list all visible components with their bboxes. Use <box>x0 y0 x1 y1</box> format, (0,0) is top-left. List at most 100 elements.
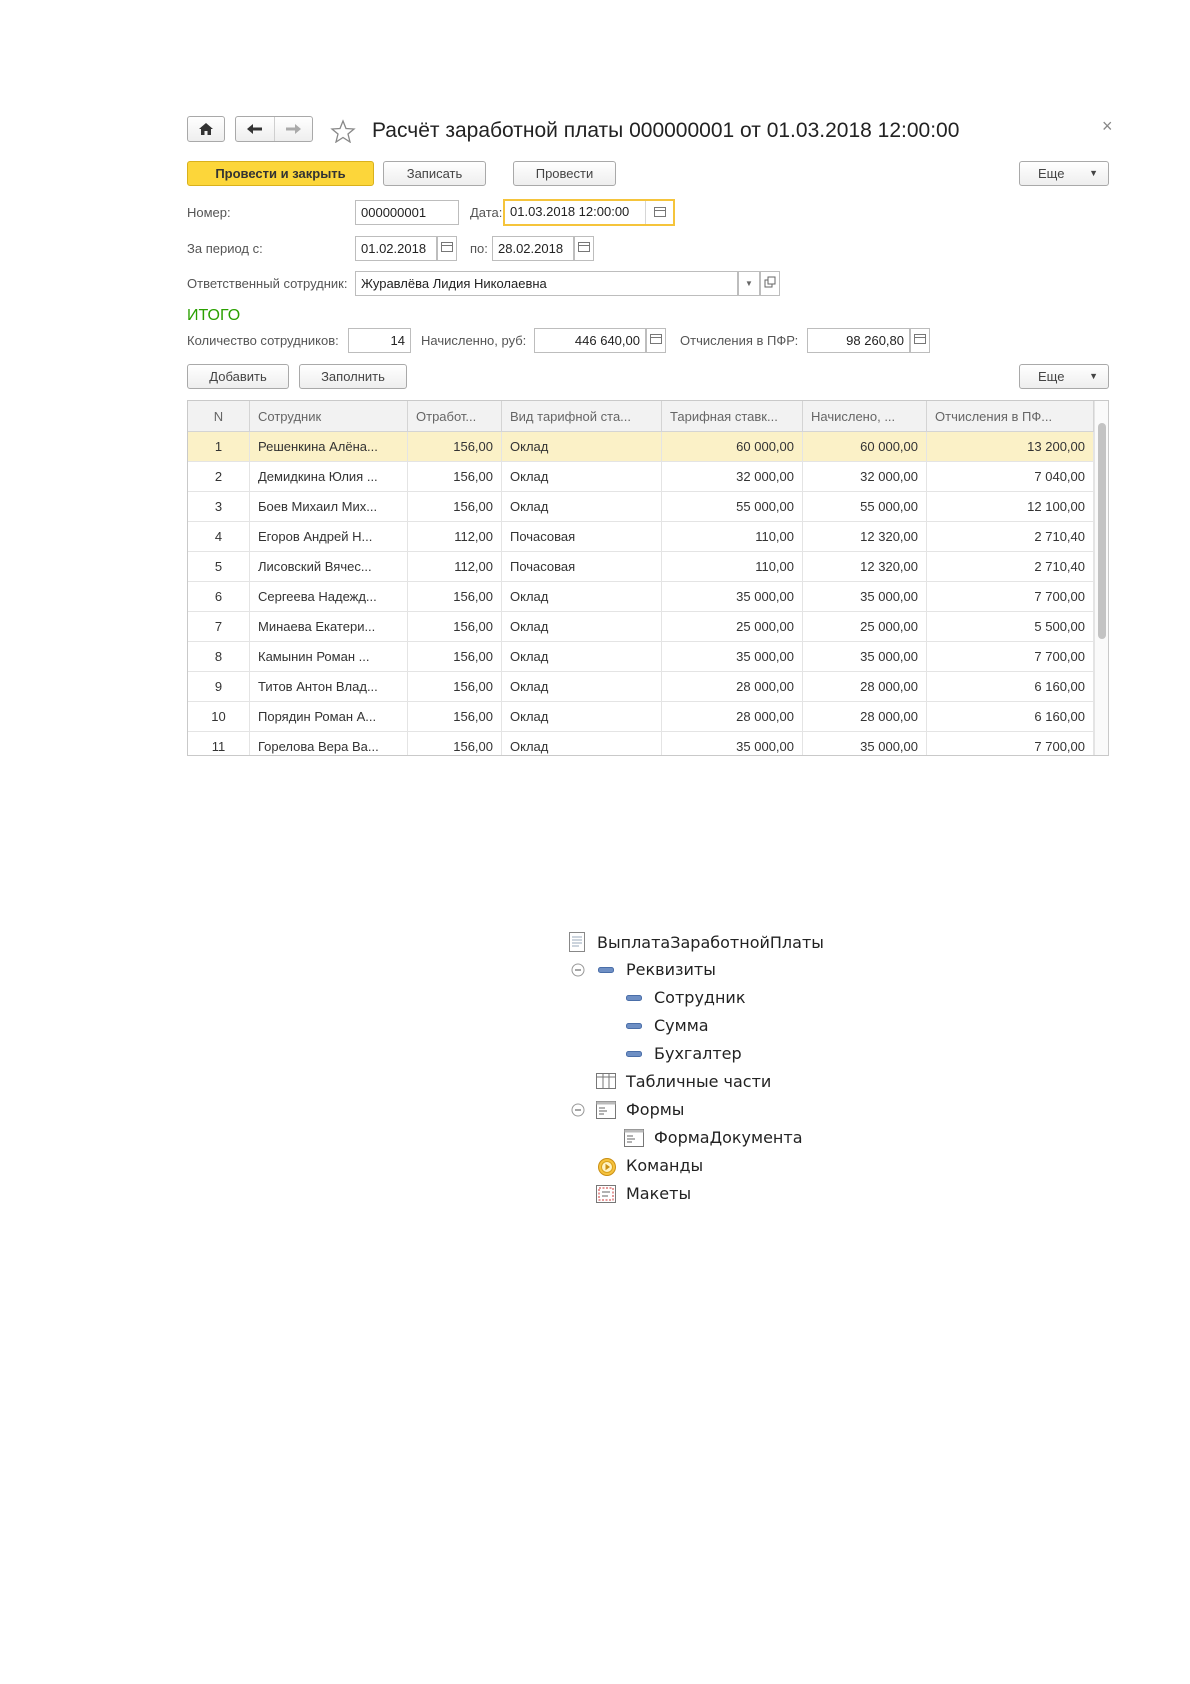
chevron-down-icon: ▼ <box>1089 371 1098 381</box>
table-cell: 13 200,00 <box>927 432 1094 461</box>
tree-form-item[interactable]: ФормаДокумента <box>654 1128 803 1148</box>
table-cell: 156,00 <box>408 702 502 731</box>
table-cell: Егоров Андрей Н... <box>250 522 408 551</box>
column-header[interactable]: Отчисления в ПФ... <box>927 401 1094 431</box>
column-header[interactable]: Тарифная ставк... <box>662 401 803 431</box>
table-row[interactable]: 10 Порядин Роман А... 156,00 Оклад 28 000,00… <box>188 702 1094 732</box>
period-from-calendar-button[interactable] <box>437 236 457 261</box>
add-row-button[interactable]: Добавить <box>187 364 289 389</box>
table-cell: Камынин Роман ... <box>250 642 408 671</box>
page-title: Расчёт заработной платы 000000001 от 01.… <box>372 119 960 142</box>
collapse-icon[interactable] <box>571 1103 585 1117</box>
tree-attributes[interactable]: Реквизиты <box>626 960 716 980</box>
back-button[interactable] <box>236 117 275 141</box>
calculator-icon <box>914 334 926 344</box>
table-row[interactable]: 8 Камынин Роман ... 156,00 Оклад 35 000,00 35… <box>188 642 1094 672</box>
accrued-calculator-button[interactable] <box>646 328 666 353</box>
table-cell: 7 <box>188 612 250 641</box>
more-menu-button[interactable]: Еще ▼ <box>1019 161 1109 186</box>
calendar-icon <box>653 207 666 217</box>
responsible-field[interactable]: Журавлёва Лидия Николаевна <box>355 271 738 296</box>
form-icon <box>596 1101 616 1119</box>
table-cell: 7 040,00 <box>927 462 1094 491</box>
post-and-close-button[interactable]: Провести и закрыть <box>187 161 374 186</box>
column-header[interactable]: Сотрудник <box>250 401 408 431</box>
tree-forms[interactable]: Формы <box>626 1100 684 1120</box>
table-row[interactable]: 1 Решенкина Алёна... 156,00 Оклад 60 000,00 6… <box>188 432 1094 462</box>
column-header[interactable]: Отработ... <box>408 401 502 431</box>
table-header-row[interactable]: N Сотрудник Отработ... Вид тарифной ста... Т… <box>188 401 1094 432</box>
save-button[interactable]: Записать <box>383 161 486 186</box>
table-cell: Оклад <box>502 702 662 731</box>
tree-root[interactable]: ВыплатаЗаработнойПлаты <box>597 933 824 953</box>
accrued-field[interactable]: 446 640,00 <box>534 328 646 353</box>
tree-attr-item[interactable]: Бухгалтер <box>654 1044 742 1064</box>
close-icon[interactable]: × <box>1102 116 1113 136</box>
table-cell: 110,00 <box>662 522 803 551</box>
table-row[interactable]: 6 Сергеева Надежд... 156,00 Оклад 35 000,00 3… <box>188 582 1094 612</box>
table-row[interactable]: 2 Демидкина Юлия ... 156,00 Оклад 32 000,00 3… <box>188 462 1094 492</box>
table-scrollbar-thumb[interactable] <box>1098 423 1106 639</box>
column-header[interactable]: Вид тарифной ста... <box>502 401 662 431</box>
number-field[interactable]: 000000001 <box>355 200 459 225</box>
responsible-open-button[interactable] <box>760 271 780 296</box>
attribute-icon <box>626 1051 642 1057</box>
tree-attr-item[interactable]: Сумма <box>654 1016 709 1036</box>
table-row[interactable]: 3 Боев Михаил Мих... 156,00 Оклад 55 000,00 5… <box>188 492 1094 522</box>
table-cell: 6 160,00 <box>927 672 1094 701</box>
table-scrollbar[interactable] <box>1094 401 1108 755</box>
table-cell: 2 710,40 <box>927 552 1094 581</box>
table-cell: 2 <box>188 462 250 491</box>
attribute-icon <box>626 995 642 1001</box>
table-cell: Оклад <box>502 582 662 611</box>
favorite-star-icon[interactable] <box>330 119 356 143</box>
column-header[interactable]: N <box>188 401 250 431</box>
table-cell: 60 000,00 <box>662 432 803 461</box>
table-cell: 35 000,00 <box>803 732 927 755</box>
table-cell: 35 000,00 <box>662 732 803 755</box>
responsible-label: Ответственный сотрудник: <box>187 276 348 291</box>
period-to-field[interactable]: 28.02.2018 <box>492 236 574 261</box>
table-cell: 10 <box>188 702 250 731</box>
table-cell: 60 000,00 <box>803 432 927 461</box>
attribute-icon <box>598 967 614 973</box>
table-cell: Демидкина Юлия ... <box>250 462 408 491</box>
template-icon <box>596 1185 616 1203</box>
table-more-button[interactable]: Еще ▼ <box>1019 364 1109 389</box>
date-label: Дата: <box>470 205 503 220</box>
column-header[interactable]: Начислено, ... <box>803 401 927 431</box>
table-cell: Оклад <box>502 432 662 461</box>
home-button[interactable] <box>187 116 225 142</box>
pfr-field[interactable]: 98 260,80 <box>807 328 910 353</box>
table-cell: 7 700,00 <box>927 732 1094 755</box>
table-cell: Оклад <box>502 642 662 671</box>
period-from-field[interactable]: 01.02.2018 <box>355 236 437 261</box>
table-cell: Горелова Вера Ва... <box>250 732 408 755</box>
tree-attr-item[interactable]: Сотрудник <box>654 988 746 1008</box>
employees-count-field[interactable]: 14 <box>348 328 411 353</box>
date-field[interactable]: 01.03.2018 12:00:00 <box>503 199 675 226</box>
table-cell: Оклад <box>502 732 662 755</box>
fill-button[interactable]: Заполнить <box>299 364 407 389</box>
table-row[interactable]: 4 Егоров Андрей Н... 112,00 Почасовая 110,00… <box>188 522 1094 552</box>
pfr-calculator-button[interactable] <box>910 328 930 353</box>
tree-templates[interactable]: Макеты <box>626 1184 691 1204</box>
table-cell: 25 000,00 <box>803 612 927 641</box>
responsible-dropdown-button[interactable]: ▼ <box>738 271 760 296</box>
table-row[interactable]: 7 Минаева Екатери... 156,00 Оклад 25 000,00 2… <box>188 612 1094 642</box>
tree-tabular-parts[interactable]: Табличные части <box>626 1072 771 1092</box>
employees-table[interactable]: N Сотрудник Отработ... Вид тарифной ста... Т… <box>187 400 1109 756</box>
tree-commands[interactable]: Команды <box>626 1156 703 1176</box>
table-row[interactable]: 5 Лисовский Вячес... 112,00 Почасовая 110,00… <box>188 552 1094 582</box>
period-to-calendar-button[interactable] <box>574 236 594 261</box>
calendar-icon <box>441 242 453 252</box>
table-row[interactable]: 9 Титов Антон Влад... 156,00 Оклад 28 000,00… <box>188 672 1094 702</box>
collapse-icon[interactable] <box>571 963 585 977</box>
calendar-button[interactable] <box>645 201 673 224</box>
table-row[interactable]: 11 Горелова Вера Ва... 156,00 Оклад 35 000,0… <box>188 732 1094 755</box>
post-button[interactable]: Провести <box>513 161 616 186</box>
number-label: Номер: <box>187 205 231 220</box>
forward-button[interactable] <box>275 117 312 141</box>
form-icon <box>624 1129 644 1147</box>
period-to-label: по: <box>470 241 488 256</box>
